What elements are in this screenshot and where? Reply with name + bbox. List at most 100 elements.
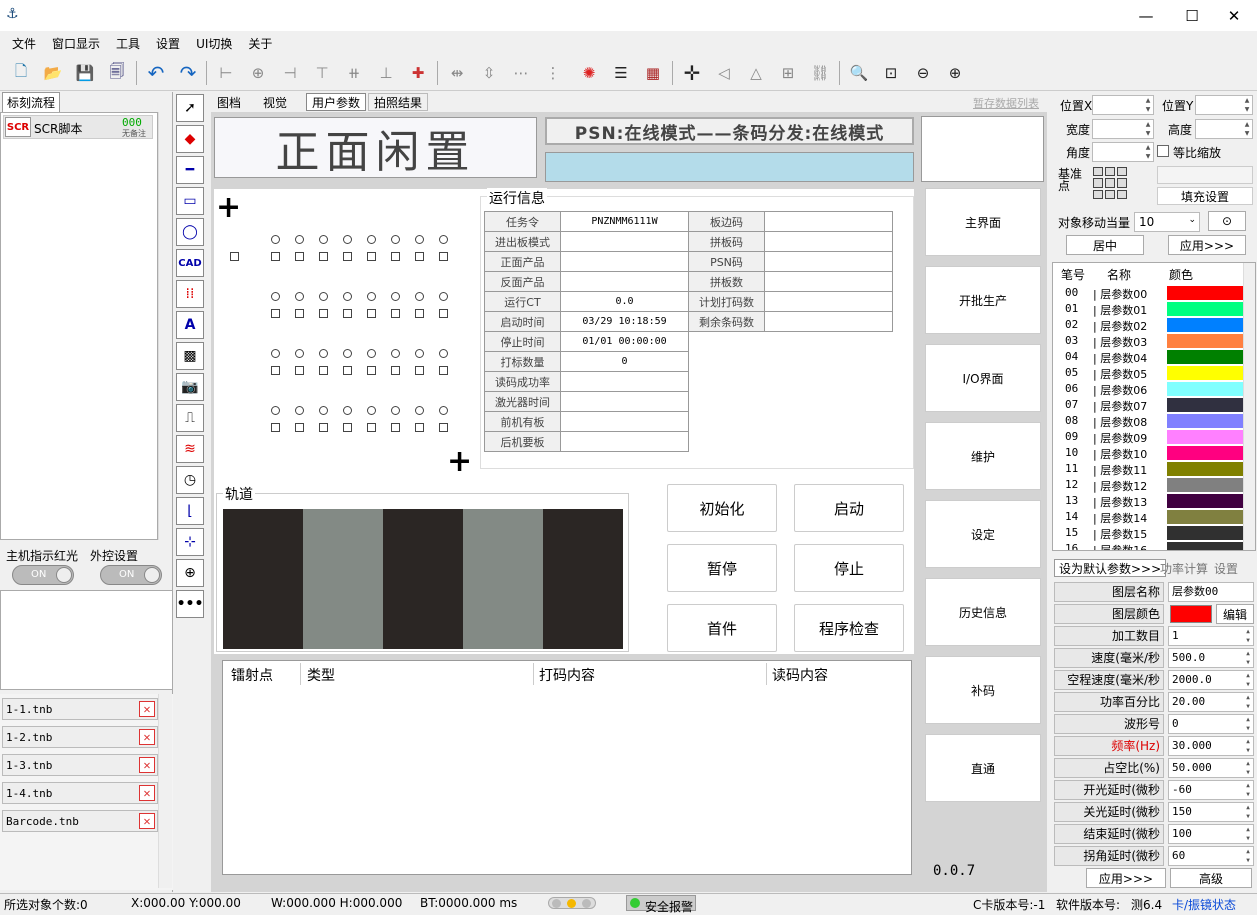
config-button[interactable]: 设定 [925,500,1041,568]
program-check-button[interactable]: 程序检查 [794,604,904,652]
align-right-icon[interactable]: ⊣ [277,60,303,86]
layer-row[interactable]: 09 | 层参数09 [1053,429,1245,445]
external-control-toggle[interactable]: ON [100,565,162,585]
cad-icon[interactable]: CAD [176,249,204,277]
layer-row[interactable]: 11 | 层参数11 [1053,461,1245,477]
menu-settings[interactable]: 设置 [148,35,188,52]
jump-speed-field[interactable]: 2000.0 ▲ ▼ [1168,670,1254,690]
zoom-in-icon[interactable]: ⊕ [942,60,968,86]
menu-file[interactable]: 文件 [4,35,44,52]
layer-row[interactable]: 01 | 层参数01 [1053,301,1245,317]
circle-icon[interactable]: ◯ [176,218,204,246]
axis-icon[interactable]: ⊹ [176,528,204,556]
list-icon[interactable]: ☰ [608,60,634,86]
menu-about[interactable]: 关于 [240,35,280,52]
camera-icon[interactable]: 📷 [176,373,204,401]
group-color-icon[interactable]: ✚ [405,60,431,86]
layer-row[interactable]: 00 | 层参数00 [1053,285,1245,301]
layer-row[interactable]: 14 | 层参数14 [1053,509,1245,525]
open-folder-icon[interactable]: 📂 [40,60,66,86]
grid-icon[interactable]: ▦ [640,60,666,86]
close-icon[interactable]: ✕ [139,813,155,829]
base-point-selector[interactable] [1092,166,1127,200]
main-screen-button[interactable]: 主界面 [925,188,1041,256]
pass-through-button[interactable]: 直通 [925,734,1041,802]
red-light-toggle[interactable]: ON [12,565,74,585]
pos-y-input[interactable]: ▲ ▼ [1195,95,1253,115]
pause-button[interactable]: 暂停 [667,544,777,592]
crosshair-icon[interactable]: ⊕ [176,559,204,587]
clock-icon[interactable]: ◷ [176,466,204,494]
tab-drawing[interactable]: 图档 [212,93,246,111]
undo-icon[interactable]: ↶ [143,60,169,86]
layer-row[interactable]: 16 | 层参数16 [1053,541,1245,550]
pulse-icon[interactable]: ⎍ [176,404,204,432]
center-button[interactable]: 居中 [1066,235,1144,255]
first-article-button[interactable]: 首件 [667,604,777,652]
distribute-h-icon[interactable]: ⇹ [444,60,470,86]
close-icon[interactable]: ✕ [139,757,155,773]
layer-row[interactable]: 12 | 层参数12 [1053,477,1245,493]
file-list-scrollbar[interactable] [158,694,172,888]
menu-tools[interactable]: 工具 [108,35,148,52]
red-light-icon[interactable]: ✺ [576,60,602,86]
close-icon[interactable]: ✕ [139,729,155,745]
dot-matrix-icon[interactable]: ⁞⁞ [176,280,204,308]
align-center-v-icon[interactable]: ⧺ [341,60,367,86]
tab-power-calc[interactable]: 功率计算 [1156,559,1212,577]
layer-row[interactable]: 15 | 层参数15 [1053,525,1245,541]
layer-row[interactable]: 13 | 层参数13 [1053,493,1245,509]
select-arrow-icon[interactable]: ➚ [176,94,204,122]
process-count-field[interactable]: 1 ▲ ▼ [1168,626,1254,646]
cross-move-icon[interactable]: ✛ [679,60,705,86]
apply-button[interactable]: 应用>>> [1168,235,1246,255]
layer-row[interactable]: 08 | 层参数08 [1053,413,1245,429]
qrcode-icon[interactable]: ▩ [176,342,204,370]
save-all-icon[interactable]: 🗐 [104,60,130,86]
angle-input[interactable]: ▲ ▼ [1092,142,1154,162]
rectangle-icon[interactable]: ▭ [176,187,204,215]
layer-row[interactable]: 04 | 层参数04 [1053,349,1245,365]
zoom-select-icon[interactable]: ⊡ [878,60,904,86]
layer-row[interactable]: 05 | 层参数05 [1053,365,1245,381]
supplement-code-button[interactable]: 补码 [925,656,1041,724]
tab-photo-result[interactable]: 拍照结果 [368,93,429,111]
mirror-v-icon[interactable]: △ [743,60,769,86]
maximize-button[interactable]: ☐ [1169,0,1215,31]
start-button[interactable]: 启动 [794,484,904,532]
layer-scrollbar[interactable] [1243,263,1255,550]
stop-button[interactable]: 停止 [794,544,904,592]
layer-color-swatch[interactable] [1170,605,1212,623]
close-button[interactable]: ✕ [1211,0,1257,31]
apply-params-button[interactable]: 应用>>> [1086,868,1166,888]
flow-scrollbar[interactable] [158,112,172,540]
file-item[interactable]: Barcode.tnb ✕ [2,810,158,832]
close-icon[interactable]: ✕ [139,701,155,717]
menu-ui-switch[interactable]: UI切换 [188,35,240,52]
file-item[interactable]: 1-3.tnb ✕ [2,754,158,776]
tab-settings[interactable]: 设置 [1210,559,1242,577]
move-step-select[interactable]: 10 ⌄ [1134,212,1200,232]
edit-color-button[interactable]: 编辑 [1216,604,1254,624]
file-item[interactable]: 1-1.tnb ✕ [2,698,158,720]
maintenance-button[interactable]: 维护 [925,422,1041,490]
corner-icon[interactable]: ⌊ [176,497,204,525]
point-icon[interactable]: ◆ [176,125,204,153]
waveform-field[interactable]: 0 ▲ ▼ [1168,714,1254,734]
tab-mark-flow[interactable]: 标刻流程 [2,92,61,112]
batch-production-button[interactable]: 开批生产 [925,266,1041,334]
power-percent-field[interactable]: 20.00 ▲ ▼ [1168,692,1254,712]
file-item[interactable]: 1-4.tnb ✕ [2,782,158,804]
end-delay-field[interactable]: 100 ▲ ▼ [1168,824,1254,844]
pos-x-input[interactable]: ▲ ▼ [1092,95,1154,115]
laser-on-delay-field[interactable]: -60 ▲ ▼ [1168,780,1254,800]
layer-row[interactable]: 07 | 层参数07 [1053,397,1245,413]
tab-vision[interactable]: 视觉 [258,93,292,111]
advanced-button[interactable]: 高级 [1170,868,1252,888]
chain-icon[interactable]: ⛓ [807,60,833,86]
save-icon[interactable]: 💾 [72,60,98,86]
tab-user-params[interactable]: 用户参数 [306,93,367,111]
layer-row[interactable]: 06 | 层参数06 [1053,381,1245,397]
io-screen-button[interactable]: I/O界面 [925,344,1041,412]
duty-cycle-field[interactable]: 50.000 ▲ ▼ [1168,758,1254,778]
